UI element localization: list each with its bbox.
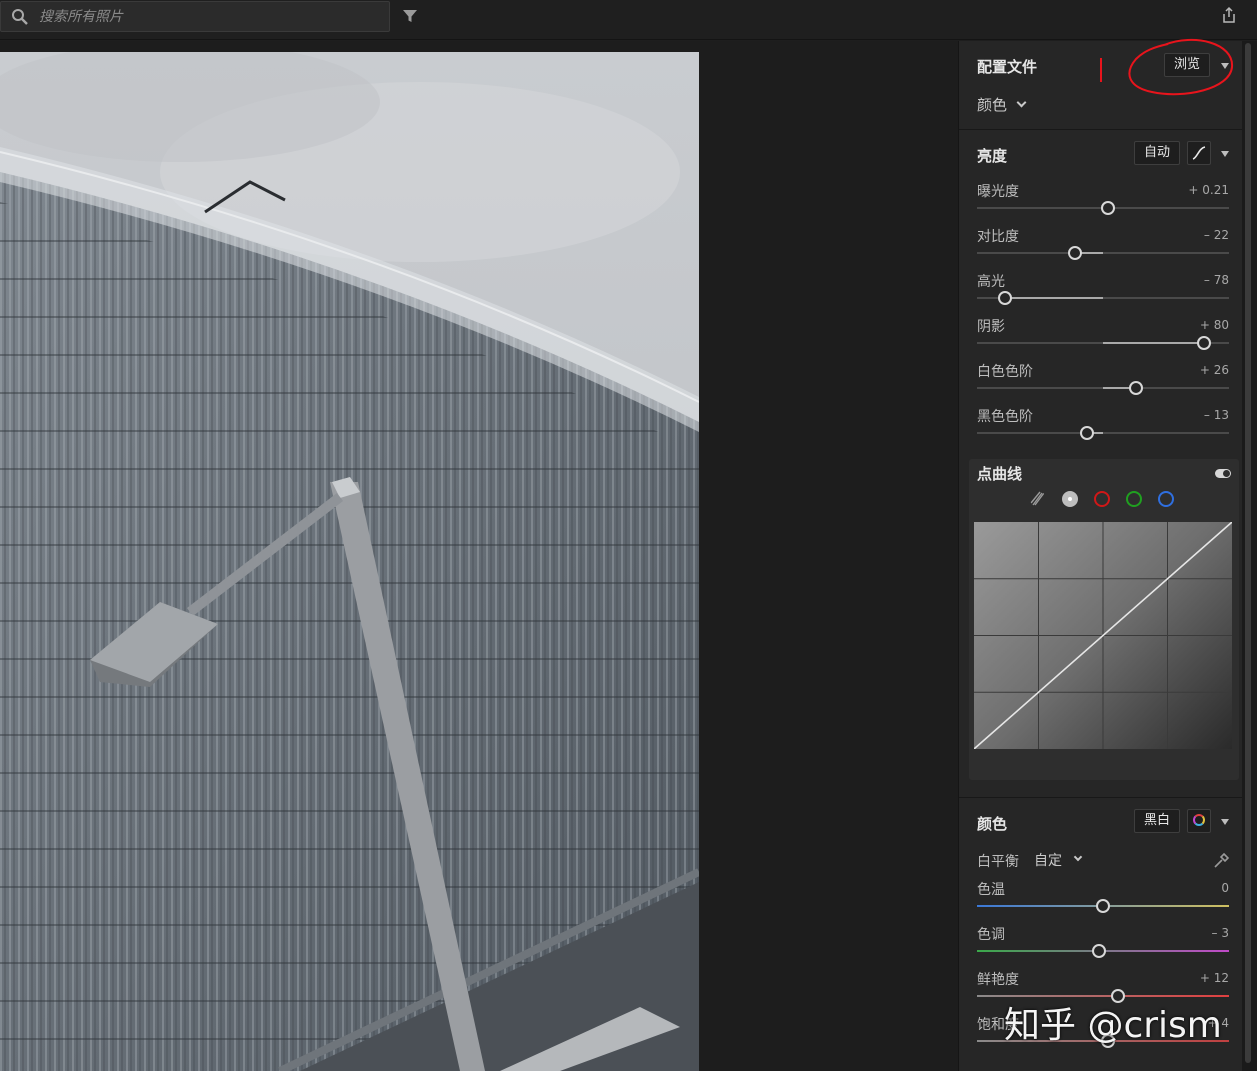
auto-button[interactable]: 自动 (1134, 141, 1180, 165)
point-curve-title: 点曲线 (977, 465, 1023, 483)
slider-value[interactable]: – 78 (1169, 273, 1229, 287)
photo-canvas[interactable] (0, 41, 958, 1071)
slider-label: 高光 (977, 274, 1005, 290)
slider-value[interactable]: + 0.21 (1169, 183, 1229, 197)
light-menu-icon[interactable] (1221, 151, 1229, 157)
rgb-channel-icon[interactable] (1062, 491, 1078, 507)
color-mixer-button[interactable] (1187, 809, 1211, 833)
slider-track[interactable] (977, 432, 1229, 434)
chevron-down-icon[interactable] (1016, 97, 1027, 108)
curve-graph[interactable] (974, 522, 1232, 749)
divider (959, 797, 1243, 798)
slider-value[interactable]: – 22 (1169, 228, 1229, 242)
point-curve-panel: 点曲线 (969, 459, 1239, 780)
light-title: 亮度 (977, 147, 1008, 165)
slider-value[interactable]: + 26 (1169, 363, 1229, 377)
slider-knob[interactable] (1128, 381, 1143, 395)
slider-value[interactable]: 0 (1169, 881, 1229, 895)
slider-label: 对比度 (977, 229, 1019, 245)
profile-title: 配置文件 (977, 58, 1038, 76)
slider-fill (1103, 342, 1204, 344)
slider-knob[interactable] (997, 291, 1012, 305)
eyedropper-icon[interactable] (1212, 852, 1230, 870)
curve-icon (1192, 146, 1206, 160)
panel-scrollbar[interactable] (1242, 41, 1257, 1071)
search-icon (12, 9, 28, 25)
slider-knob[interactable] (1096, 899, 1110, 913)
slider-value[interactable]: + 12 (1169, 971, 1229, 985)
slider-label: 白色色阶 (977, 364, 1033, 380)
slider-knob[interactable] (1079, 426, 1094, 440)
search-box[interactable] (0, 1, 390, 32)
edit-panel: 配置文件 浏览 颜色 亮度 自动 曝光度 + 0.21 对比度 – 22 高光 – 78 阴… (958, 38, 1243, 1071)
profile-dropdown[interactable]: 颜色 (977, 94, 1007, 115)
share-icon[interactable] (1220, 6, 1238, 24)
parametric-curve-icon[interactable] (1030, 491, 1046, 507)
curve-toggle-button[interactable] (1187, 141, 1211, 165)
slider-track[interactable] (977, 252, 1229, 254)
slider-value[interactable]: + 80 (1169, 318, 1229, 332)
slider-knob[interactable] (1068, 246, 1083, 260)
color-menu-icon[interactable] (1221, 819, 1229, 825)
watermark-text: 知乎 @crism (1004, 1005, 1222, 1046)
black-white-button[interactable]: 黑白 (1134, 809, 1180, 833)
slider-value[interactable]: – 3 (1169, 926, 1229, 940)
white-balance-label: 白平衡 (977, 854, 1019, 870)
color-wheel-icon (1193, 814, 1205, 826)
slider-value[interactable]: – 13 (1169, 408, 1229, 422)
top-bar (0, 0, 1257, 40)
annotation-circle (1128, 38, 1234, 96)
slider-label: 阴影 (977, 319, 1005, 335)
search-input[interactable] (39, 6, 379, 28)
color-title: 颜色 (977, 815, 1008, 833)
divider (959, 129, 1243, 130)
slider-label: 色调 (977, 927, 1005, 943)
slider-knob[interactable] (1101, 201, 1116, 215)
curve-enable-toggle[interactable] (1215, 469, 1231, 478)
annotation-mark (1100, 58, 1102, 82)
scrollbar-thumb[interactable] (1245, 43, 1251, 1063)
slider-label: 色温 (977, 882, 1005, 898)
slider-knob[interactable] (1196, 336, 1211, 350)
blue-channel-icon[interactable] (1158, 491, 1174, 507)
filter-icon[interactable] (402, 8, 418, 24)
white-balance-dropdown[interactable]: 自定 (1034, 850, 1062, 870)
photo-preview[interactable] (0, 52, 699, 1071)
slider-label: 曝光度 (977, 184, 1019, 200)
slider-label: 黑色色阶 (977, 409, 1033, 425)
slider-label: 鲜艳度 (977, 972, 1019, 988)
chevron-down-icon[interactable] (1073, 852, 1083, 862)
slider-fill (1004, 297, 1103, 299)
green-channel-icon[interactable] (1126, 491, 1142, 507)
red-channel-icon[interactable] (1094, 491, 1110, 507)
slider-knob[interactable] (1092, 944, 1107, 958)
